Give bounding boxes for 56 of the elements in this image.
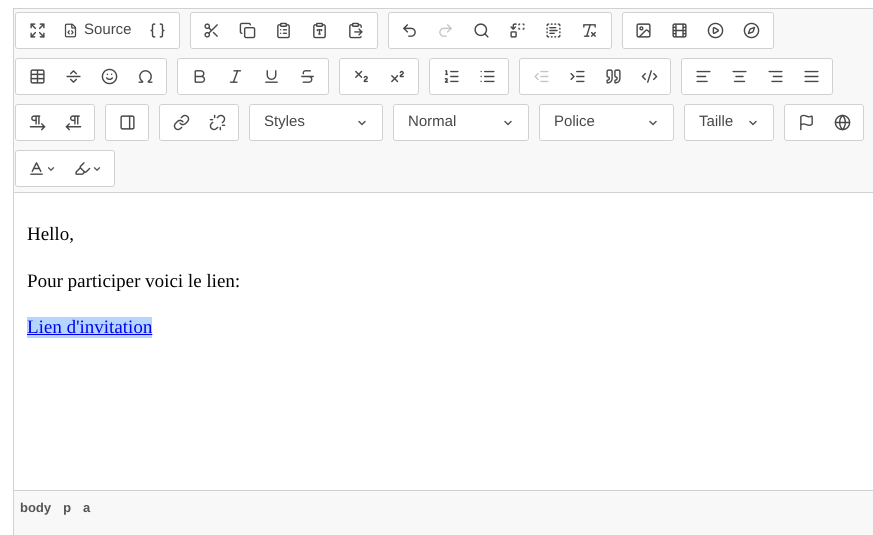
invitation-link[interactable]: Lien d'invitation <box>27 317 152 338</box>
clipboard-icon <box>275 22 292 39</box>
smiley-icon <box>100 68 118 85</box>
replace-icon <box>509 22 526 39</box>
strikethrough-icon <box>298 68 316 85</box>
indent-icon <box>568 68 586 85</box>
image-icon <box>635 22 652 39</box>
underline-icon <box>262 68 280 85</box>
text-color-icon <box>28 160 45 177</box>
element-path-item[interactable]: body <box>20 498 52 518</box>
align-left-icon <box>694 68 712 85</box>
globe-icon <box>834 114 850 131</box>
clipboard-text-icon <box>311 22 328 39</box>
highlighter-icon <box>74 160 91 177</box>
align-center-icon <box>730 68 748 85</box>
play-circle-icon <box>707 22 724 39</box>
justify-icon <box>802 68 820 85</box>
scissors-icon <box>203 22 220 39</box>
editor-area[interactable]: Hello, Pour participer voici le lien: Lien d'invitation <box>14 193 873 491</box>
compass-icon <box>743 22 760 39</box>
clipboard-icon <box>347 22 364 39</box>
align-right-icon <box>766 68 784 85</box>
expand-arrows-icon <box>28 22 46 39</box>
paragraph: Pour participer voici le lien: <box>27 270 242 294</box>
quote-icon <box>604 68 622 85</box>
format-dropdown[interactable]: Styles <box>249 104 383 141</box>
unlink-icon <box>208 114 226 131</box>
format-dropdown[interactable]: Police <box>539 104 674 141</box>
outdent-icon <box>532 68 550 85</box>
format-dropdown[interactable]: Taille <box>684 104 774 141</box>
pilcrow-icon <box>64 114 82 131</box>
search-icon <box>473 22 490 39</box>
panel-icon <box>118 114 136 131</box>
format-dropdown[interactable]: Normal <box>393 104 529 141</box>
bulleted-list-icon <box>478 68 496 85</box>
flag-icon <box>798 114 814 131</box>
paragraph: Hello, <box>27 223 75 247</box>
document-icon <box>63 23 78 38</box>
element-path-item[interactable]: p <box>63 498 72 518</box>
table-icon <box>28 68 46 85</box>
code-icon <box>640 68 658 85</box>
subscript-icon <box>352 68 370 85</box>
pilcrow-icon <box>28 114 46 131</box>
source-button[interactable]: Source <box>55 16 140 46</box>
superscript-icon <box>388 68 406 85</box>
select-all-icon <box>545 22 562 39</box>
remove-format-icon <box>581 22 598 39</box>
omega-icon <box>136 68 154 85</box>
film-icon <box>671 22 688 39</box>
redo-icon <box>437 22 454 39</box>
link-icon <box>172 114 190 131</box>
copy-icon <box>239 22 256 39</box>
numbered-list-icon <box>442 68 460 85</box>
undo-icon <box>401 22 418 39</box>
braces-icon <box>149 22 166 39</box>
element-path-item[interactable]: a <box>83 498 90 518</box>
